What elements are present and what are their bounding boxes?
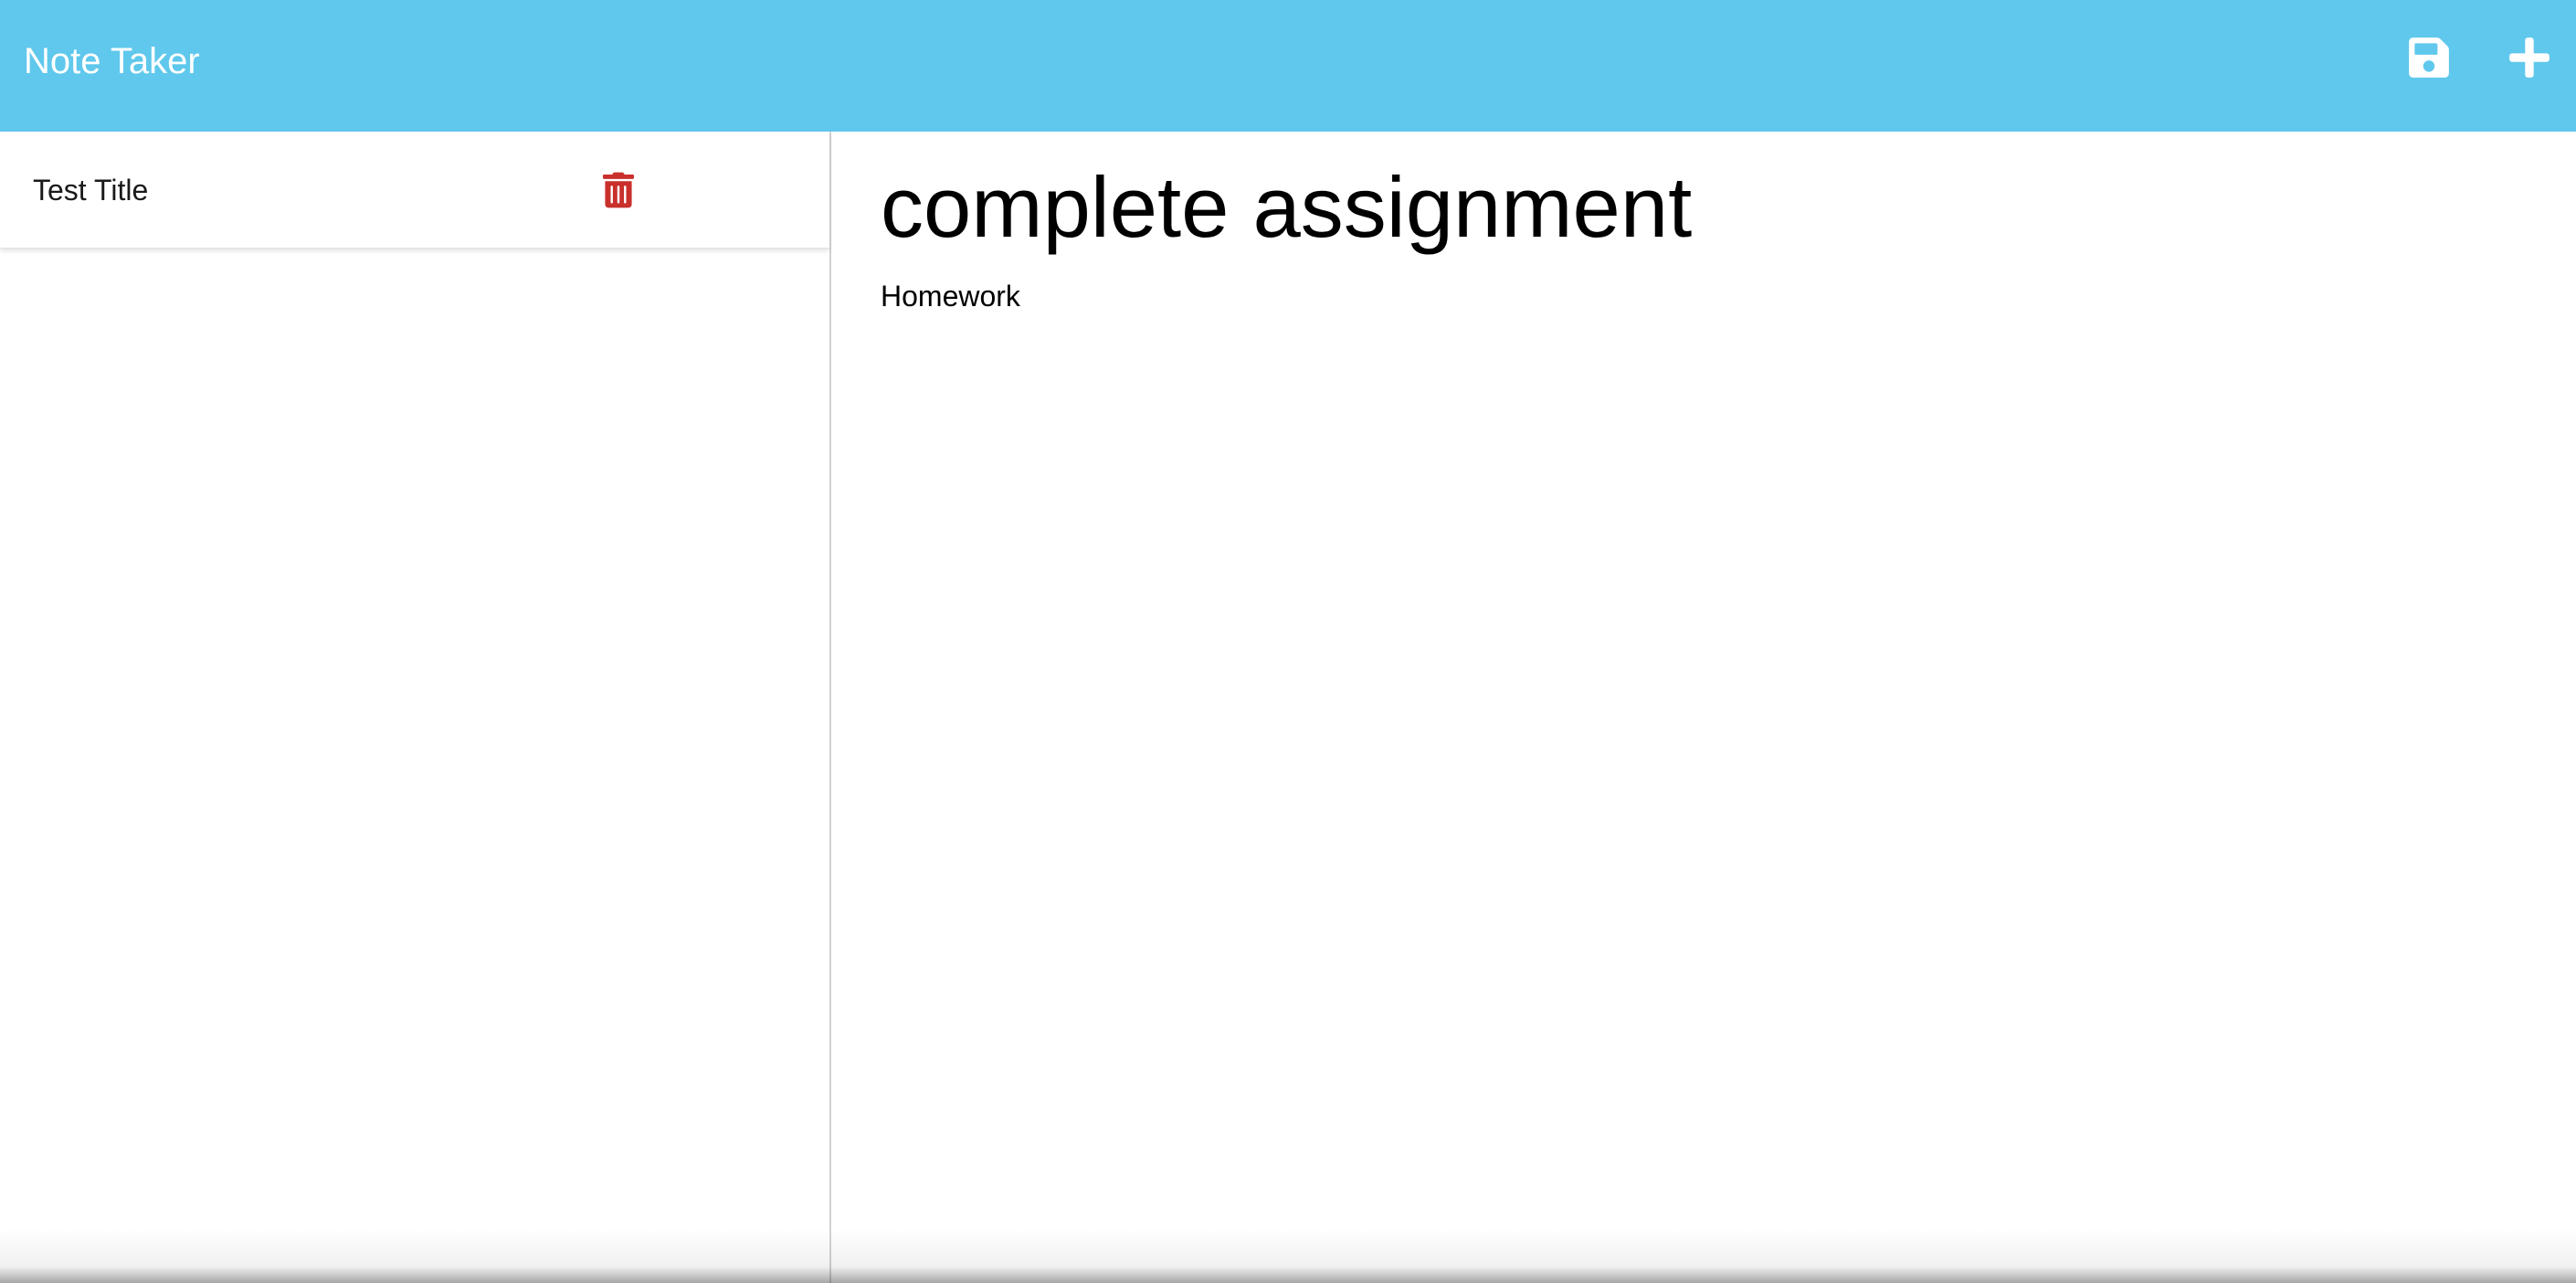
new-note-button[interactable] — [2507, 35, 2552, 80]
note-editor: Homework — [833, 132, 2576, 1283]
note-list: Test Title — [0, 132, 829, 249]
note-taker-app: Note Taker Test Title Ho — [0, 0, 2576, 1283]
note-text-area[interactable]: Homework — [881, 276, 2525, 331]
note-item-title: Test Title — [33, 174, 149, 207]
note-list-item[interactable]: Test Title — [0, 132, 829, 249]
save-note-button[interactable] — [2406, 35, 2452, 80]
brand-link[interactable]: Note Taker — [24, 0, 200, 122]
plus-icon — [2509, 37, 2550, 78]
note-title-input[interactable] — [881, 157, 2525, 258]
save-icon — [2409, 37, 2449, 78]
trash-icon[interactable] — [603, 172, 634, 208]
top-navbar: Note Taker — [0, 0, 2576, 132]
note-list-panel: Test Title — [0, 132, 831, 1283]
